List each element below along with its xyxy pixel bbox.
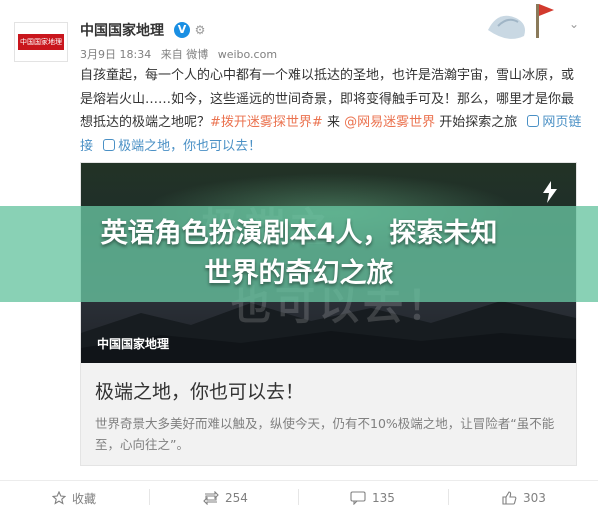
card-title: 极端之地，你也可以去！ [95,381,305,403]
card-description: 世界奇景大多美好而难以触及，纵使今天，仍有不10%极端之地，让冒险者“虽不能至，… [95,416,555,452]
favorite-button[interactable]: 收藏 [52,488,96,508]
author-name[interactable]: 中国国家地理 [80,20,164,40]
thumbs-up-icon [502,491,517,505]
post-text: 自孩童起，每一个人的心中都有一个难以抵达的圣地，也许是浩瀚宇宙，雪山冰原，或是熔… [80,64,584,158]
comment-count: 135 [372,491,395,505]
repost-button[interactable]: 254 [203,488,248,508]
source-domain: weibo.com [217,48,278,61]
like-button[interactable]: 303 [502,488,546,508]
divider [448,489,449,505]
overlay-title-line2: 世界的奇幻之旅 [204,258,394,289]
divider [149,489,150,505]
post-meta: 3月9日 18:34 来自 微博 weibo.com [80,46,277,62]
like-count: 303 [523,491,546,505]
timestamp[interactable]: 3月9日 18:34 [80,48,151,61]
avatar-logo: 中国国家地理 [18,34,64,50]
star-icon [52,491,66,505]
mention-link[interactable]: @网易迷雾世界 [344,115,435,130]
divider [298,489,299,505]
favorite-label: 收藏 [72,491,97,506]
source-name[interactable]: 微博 [186,48,208,61]
action-bar: 收藏 254 135 303 [0,480,598,514]
text-from: 来 [326,115,340,130]
article-link[interactable]: 极端之地，你也可以去！ [97,138,262,154]
overlay-title-line1: 英语角色扮演剧本4人，探索未知 [100,218,498,249]
lightning-icon [543,181,557,203]
article-icon [103,138,116,151]
member-icon: ⚙ [194,23,206,37]
article-link-title: 极端之地，你也可以去！ [118,138,262,154]
comment-button[interactable]: 135 [350,488,395,508]
decoration-icon [488,4,554,39]
source-prefix: 来自 [160,48,183,61]
link-icon [527,115,540,127]
repost-count: 254 [225,491,248,505]
verified-icon: V [174,22,190,38]
card-source: 中国国家地理 [97,337,170,351]
repost-icon [203,491,219,505]
text-end: 开始探索之旅 [439,115,518,130]
comment-icon [350,491,366,505]
post-header: 中国国家地理 中国国家地理 V ⚙ 3月9日 18:34 来自 微博 weibo… [0,0,598,70]
chevron-down-icon[interactable]: ⌄ [566,16,582,32]
overlay-title: 英语角色扮演剧本4人，探索未知 世界的奇幻之旅 [0,214,598,294]
avatar[interactable]: 中国国家地理 [14,22,68,62]
topic-link[interactable]: #拨开迷雾探世界# [210,115,323,130]
